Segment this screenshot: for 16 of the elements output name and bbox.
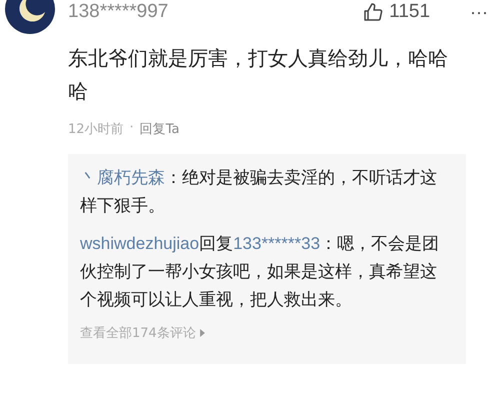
comment-text: 东北爷们就是厉害，打女人真给劲儿，哈哈哈 xyxy=(68,45,448,105)
chevron-right-icon xyxy=(200,329,205,337)
username[interactable]: 138*****997 xyxy=(68,1,168,23)
thumbs-up-icon xyxy=(363,2,384,22)
user-link[interactable]: wshiwdezhujiao xyxy=(80,234,200,253)
reply-text: wshiwdezhujiao回复133******33：嗯，不会是团伙控制了一帮小女孩吧，如果是这样，真希望这个视频可以让人重视，把人救出来。 xyxy=(80,233,440,312)
user-link[interactable]: 133******33 xyxy=(233,234,320,253)
timestamp: 12小时前 xyxy=(68,121,124,138)
user-link[interactable]: 丶腐朽先森 xyxy=(80,168,165,187)
reply-text: 丶腐朽先森：绝对是被骗去卖淫的，不听话才这样下狠手。 xyxy=(80,167,438,218)
moon-icon xyxy=(17,0,47,24)
like-button[interactable]: 1151 xyxy=(363,1,430,23)
reply-link[interactable]: 回复Ta xyxy=(140,120,180,138)
more-button[interactable]: ··· xyxy=(470,2,488,22)
view-all-link[interactable]: 查看全部174条评论 xyxy=(80,324,452,342)
separator-dot: · xyxy=(130,120,134,137)
